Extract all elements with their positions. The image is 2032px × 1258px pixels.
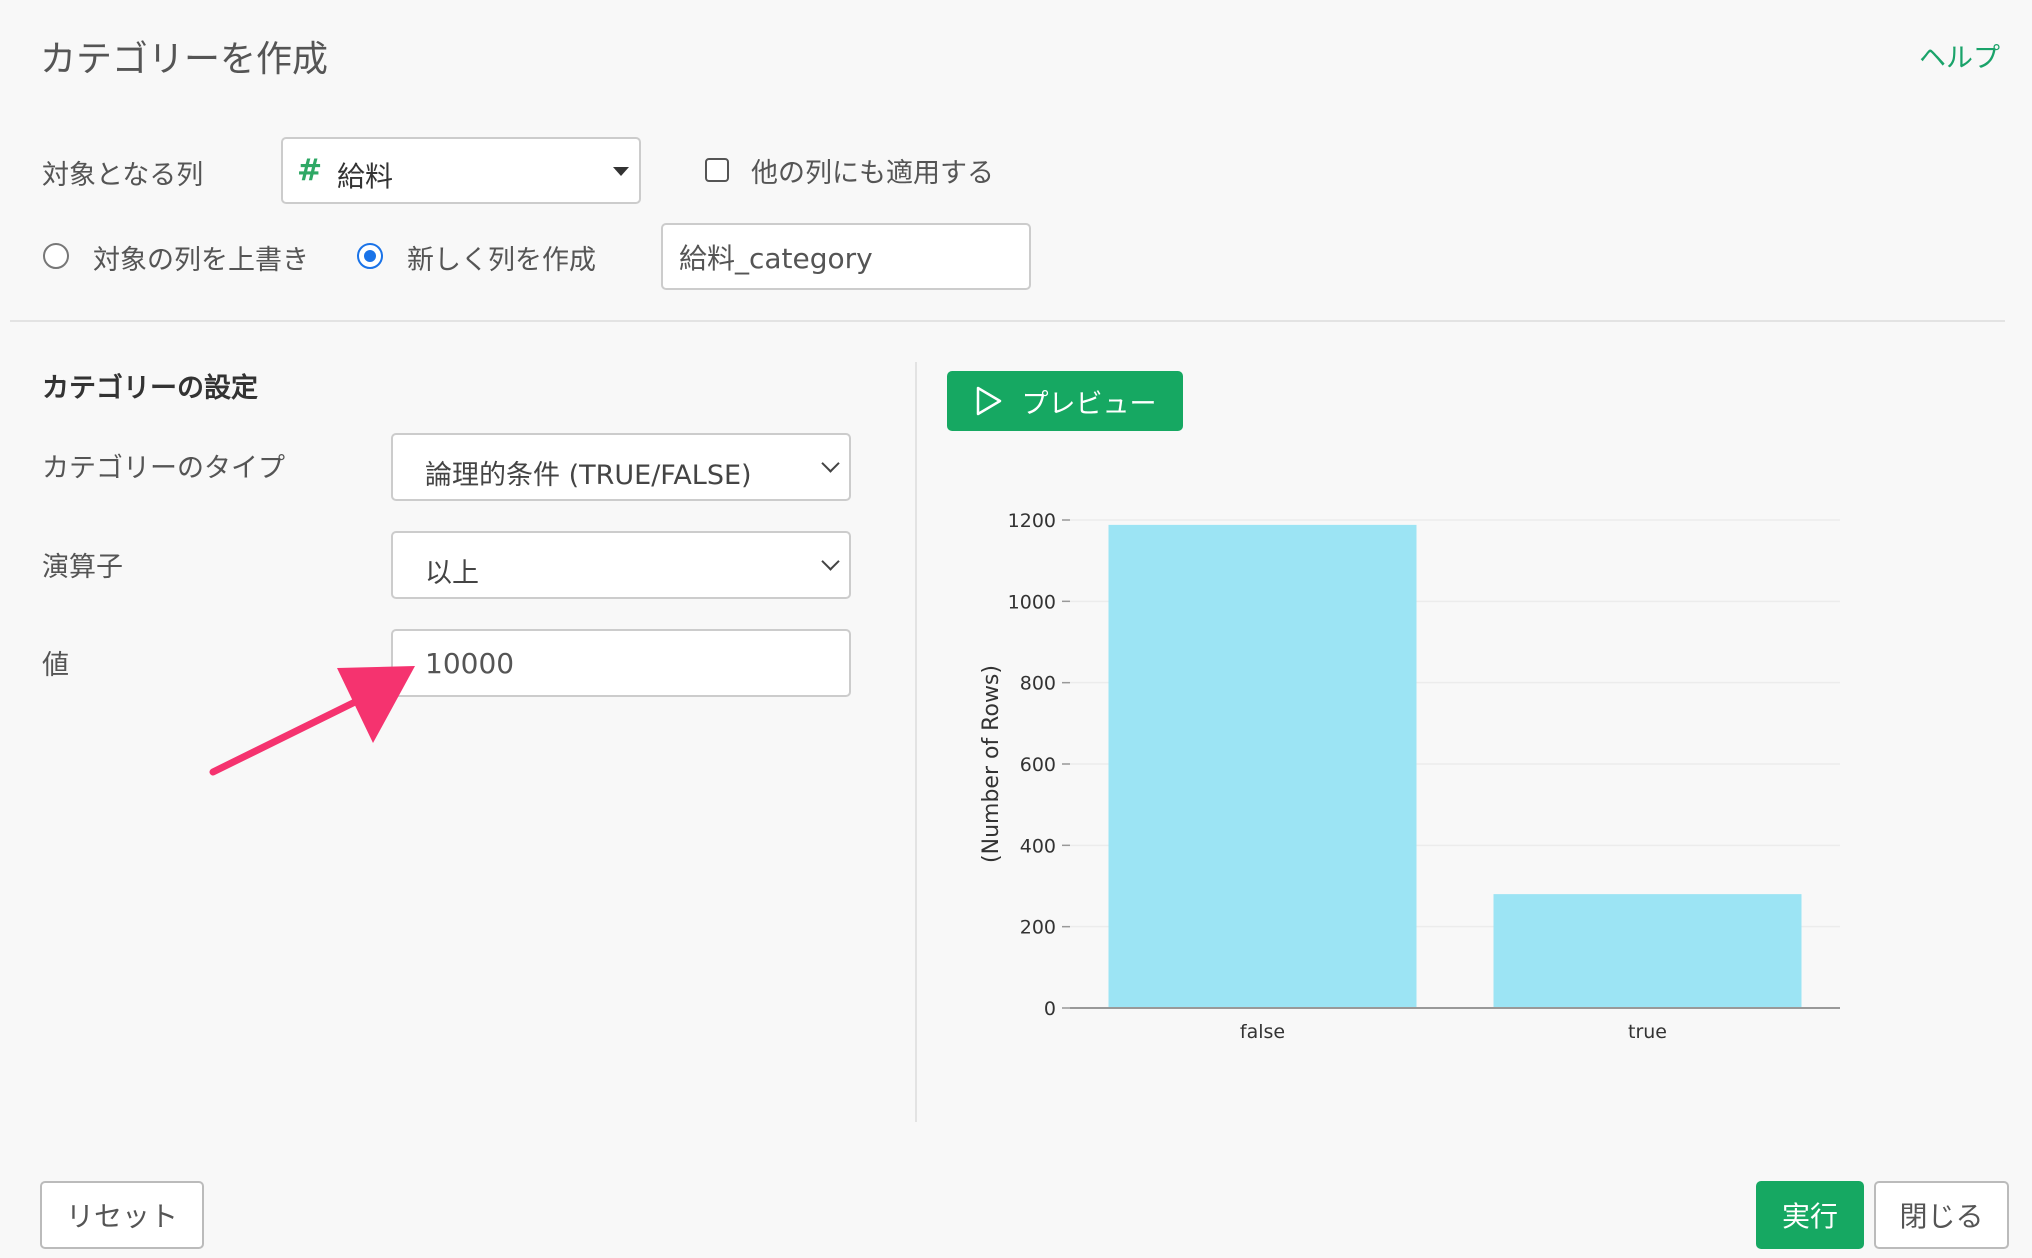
- y-tick-label: 800: [1020, 673, 1056, 695]
- x-axis-ticks: false true: [1240, 1021, 1667, 1043]
- reset-button[interactable]: リセット: [40, 1181, 204, 1249]
- bar-false: [1108, 524, 1417, 1008]
- y-axis-ticks: 0 200 400 600 800 1000 1200: [1008, 510, 1070, 1020]
- play-icon: [976, 386, 1001, 416]
- new-column-name-input[interactable]: 給料_category: [661, 223, 1031, 290]
- y-tick-label: 1200: [1008, 510, 1056, 532]
- value-input[interactable]: 10000: [391, 629, 851, 697]
- annotation-arrow: [209, 666, 415, 776]
- panel-divider: [915, 362, 917, 1122]
- close-button[interactable]: 閉じる: [1874, 1181, 2009, 1249]
- bar-chart: 0 200 400 600 800 1000 1200 false true (Number …: [979, 510, 1840, 1043]
- chevron-down-icon: [821, 552, 840, 571]
- value-label: 値: [42, 650, 69, 681]
- numeric-type-icon: #: [297, 153, 323, 188]
- y-tick-label: 1000: [1008, 591, 1056, 613]
- category-type-value: 論理的条件 (TRUE/FALSE): [425, 460, 752, 491]
- category-type-select[interactable]: 論理的条件 (TRUE/FALSE): [391, 433, 851, 501]
- value-input-value: 10000: [425, 646, 515, 680]
- run-button[interactable]: 実行: [1756, 1181, 1864, 1249]
- category-type-label: カテゴリーのタイプ: [42, 453, 285, 484]
- y-axis-label: (Number of Rows): [979, 665, 1004, 863]
- new-column-radio[interactable]: [357, 243, 383, 269]
- chevron-down-icon: [821, 454, 840, 473]
- y-tick-label: 0: [1044, 998, 1056, 1020]
- apply-other-columns-label: 他の列にも適用する: [751, 158, 994, 189]
- new-column-name-value: 給料_category: [679, 241, 873, 275]
- y-tick-label: 400: [1020, 835, 1056, 857]
- bar-true: [1493, 894, 1802, 1008]
- dialog-title: カテゴリーを作成: [40, 39, 329, 80]
- operator-label: 演算子: [42, 552, 123, 583]
- operator-value: 以上: [425, 558, 479, 589]
- target-column-value: 給料: [337, 160, 394, 193]
- target-column-label: 対象となる列: [42, 160, 204, 191]
- y-tick-label: 600: [1020, 754, 1056, 776]
- preview-button[interactable]: プレビュー: [947, 371, 1183, 431]
- operator-select[interactable]: 以上: [391, 531, 851, 599]
- chart-bars: [1108, 524, 1802, 1008]
- target-column-select[interactable]: # 給料: [281, 137, 641, 204]
- new-column-label: 新しく列を作成: [407, 245, 596, 276]
- section-divider: [10, 320, 2005, 322]
- x-tick-label: true: [1628, 1021, 1667, 1043]
- help-link[interactable]: ヘルプ: [1919, 36, 2000, 75]
- overwrite-column-radio[interactable]: [43, 243, 69, 269]
- x-tick-label: false: [1240, 1021, 1285, 1043]
- apply-other-columns-checkbox[interactable]: [705, 158, 729, 182]
- y-tick-label: 200: [1020, 917, 1056, 939]
- category-settings-title: カテゴリーの設定: [42, 373, 258, 404]
- overwrite-column-label: 対象の列を上書き: [93, 245, 309, 276]
- caret-down-icon: [613, 166, 629, 176]
- preview-button-label: プレビュー: [1021, 388, 1157, 420]
